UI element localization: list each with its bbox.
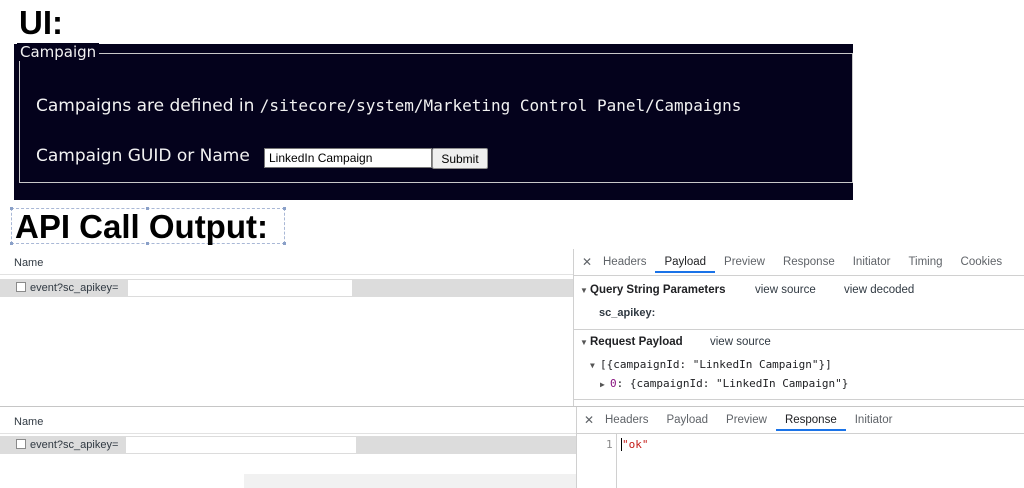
next-request-row-cut bbox=[16, 457, 206, 461]
redacted-mask bbox=[128, 280, 352, 296]
triangle-right-icon: ▶ bbox=[600, 380, 605, 389]
tab-payload[interactable]: Payload bbox=[657, 409, 717, 431]
campaign-guid-label: Campaign GUID or Name bbox=[36, 146, 250, 166]
query-string-section-header[interactable]: ▼ Query String Parameters bbox=[580, 284, 726, 296]
divider bbox=[574, 329, 1024, 330]
selection-handle bbox=[10, 207, 13, 210]
payload-view-source-link[interactable]: view source bbox=[710, 336, 771, 348]
ui-heading: UI: bbox=[19, 4, 63, 41]
tab-headers[interactable]: Headers bbox=[596, 409, 657, 431]
checkbox-icon bbox=[16, 282, 26, 292]
status-strip bbox=[244, 474, 576, 488]
payload-array-line[interactable]: ▼ [{campaignId: "LinkedIn Campaign"}] bbox=[590, 358, 832, 371]
triangle-down-icon: ▼ bbox=[580, 338, 588, 347]
tab-payload[interactable]: Payload bbox=[655, 251, 716, 273]
name-column-header[interactable]: Name bbox=[14, 416, 43, 428]
network-panel-bottom: Name event?sc_apikey= ✕ Headers Payload … bbox=[0, 407, 1024, 488]
close-icon[interactable]: ✕ bbox=[580, 255, 594, 269]
name-column-header[interactable]: Name bbox=[14, 257, 43, 269]
submit-button[interactable]: Submit bbox=[432, 148, 488, 169]
api-output-heading: API Call Output: bbox=[15, 208, 268, 245]
campaign-legend: Campaign bbox=[17, 43, 100, 61]
tab-initiator[interactable]: Initiator bbox=[846, 409, 902, 431]
selection-handle bbox=[10, 242, 13, 245]
redacted-mask bbox=[126, 437, 356, 453]
pane-divider[interactable] bbox=[576, 407, 577, 488]
campaign-info-text: Campaigns are defined in /sitecore/syste… bbox=[36, 96, 741, 116]
tab-timing[interactable]: Timing bbox=[899, 251, 951, 273]
tab-cookies[interactable]: Cookies bbox=[952, 251, 1012, 273]
divider bbox=[574, 275, 1024, 276]
campaign-path: /sitecore/system/Marketing Control Panel… bbox=[259, 96, 742, 115]
triangle-down-icon: ▼ bbox=[590, 361, 595, 370]
tab-headers[interactable]: Headers bbox=[594, 251, 655, 273]
line-number: 1 bbox=[606, 438, 613, 451]
details-tabbar: ✕ Headers Payload Preview Response Initi… bbox=[582, 409, 901, 431]
query-view-source-link[interactable]: view source bbox=[755, 284, 816, 296]
divider bbox=[0, 433, 576, 434]
campaign-info-prefix: Campaigns are defined in bbox=[36, 96, 260, 116]
selection-handle bbox=[283, 242, 286, 245]
details-tabbar: ✕ Headers Payload Preview Response Initi… bbox=[580, 251, 1011, 273]
tab-initiator[interactable]: Initiator bbox=[844, 251, 900, 273]
query-param-key: sc_apikey: bbox=[599, 307, 656, 319]
payload-item-line[interactable]: ▶ 0: {campaignId: "LinkedIn Campaign"} bbox=[600, 377, 848, 390]
divider bbox=[577, 433, 1024, 434]
divider bbox=[574, 399, 1024, 400]
response-body[interactable]: "ok" bbox=[622, 438, 649, 451]
network-panel-top: Name event?sc_apikey= ✕ Headers Payload … bbox=[0, 249, 1024, 406]
request-name[interactable]: event?sc_apikey= bbox=[16, 282, 118, 294]
tab-preview[interactable]: Preview bbox=[715, 251, 774, 273]
close-icon[interactable]: ✕ bbox=[582, 413, 596, 427]
request-payload-section-header[interactable]: ▼ Request Payload bbox=[580, 336, 683, 348]
tab-response[interactable]: Response bbox=[774, 251, 844, 273]
query-view-decoded-link[interactable]: view decoded bbox=[844, 284, 914, 296]
campaign-panel bbox=[14, 44, 853, 200]
divider bbox=[0, 274, 573, 275]
selection-handle bbox=[283, 207, 286, 210]
editor-gutter-line bbox=[616, 434, 617, 488]
tab-preview[interactable]: Preview bbox=[717, 409, 776, 431]
triangle-down-icon: ▼ bbox=[580, 286, 588, 295]
tab-response[interactable]: Response bbox=[775, 409, 846, 431]
checkbox-icon bbox=[16, 439, 26, 449]
request-name[interactable]: event?sc_apikey= bbox=[16, 439, 118, 451]
campaign-guid-input[interactable] bbox=[264, 148, 432, 168]
redacted-mask bbox=[660, 317, 904, 329]
pane-divider[interactable] bbox=[573, 249, 574, 406]
